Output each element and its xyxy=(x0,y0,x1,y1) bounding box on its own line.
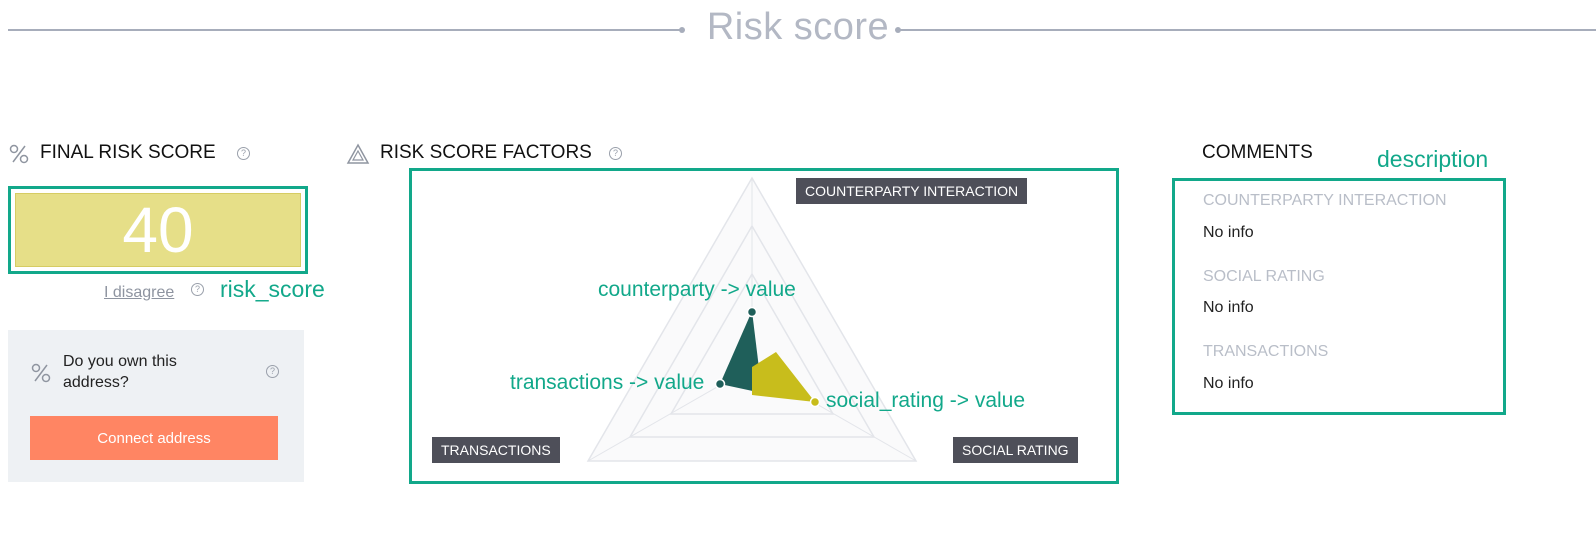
value-label-social: social_rating -> value xyxy=(826,389,1026,412)
comment-value-transactions: No info xyxy=(1203,375,1254,392)
comment-label-social: SOCIAL RATING xyxy=(1203,268,1325,285)
risk-score-annotation: risk_score xyxy=(220,276,325,302)
connect-address-button[interactable]: Connect address xyxy=(30,416,278,460)
header-dot-left xyxy=(679,27,685,33)
axis-tag-social: SOCIAL RATING xyxy=(953,437,1078,463)
comments-box: COUNTERPARTY INTERACTION No info SOCIAL … xyxy=(1172,178,1506,415)
comment-label-counterparty: COUNTERPARTY INTERACTION xyxy=(1203,192,1447,209)
final-risk-score-title: FINAL RISK SCORE xyxy=(40,142,216,163)
risk-score-box: 40 xyxy=(8,186,308,274)
own-address-panel: Do you own this address? ? Connect addre… xyxy=(8,330,304,482)
comment-value-social: No info xyxy=(1203,299,1254,316)
comments-annotation: description xyxy=(1377,146,1489,172)
risk-score-value: 40 xyxy=(15,193,301,267)
help-icon[interactable]: ? xyxy=(237,147,250,160)
header-line-left xyxy=(8,29,682,31)
own-address-question: Do you own this address? xyxy=(63,353,177,391)
percent-icon xyxy=(9,144,29,164)
header-line-right xyxy=(899,29,1596,31)
value-label-transactions: transactions -> value xyxy=(510,371,705,394)
help-icon[interactable]: ? xyxy=(609,147,622,160)
value-label-counterparty: counterparty -> value xyxy=(598,278,796,301)
triangle-icon xyxy=(346,143,370,164)
comment-value-counterparty: No info xyxy=(1203,224,1254,241)
page-title: Risk score xyxy=(706,6,890,48)
help-icon[interactable]: ? xyxy=(266,365,279,378)
comment-label-transactions: TRANSACTIONS xyxy=(1203,343,1329,360)
help-icon[interactable]: ? xyxy=(191,283,204,296)
percent-icon xyxy=(31,363,51,383)
axis-tag-transactions: TRANSACTIONS xyxy=(432,437,560,463)
disagree-link[interactable]: I disagree xyxy=(104,284,174,302)
axis-tag-counterparty: COUNTERPARTY INTERACTION xyxy=(796,178,1028,204)
risk-factors-title: RISK SCORE FACTORS xyxy=(380,142,592,163)
comments-title: COMMENTS xyxy=(1202,142,1313,163)
